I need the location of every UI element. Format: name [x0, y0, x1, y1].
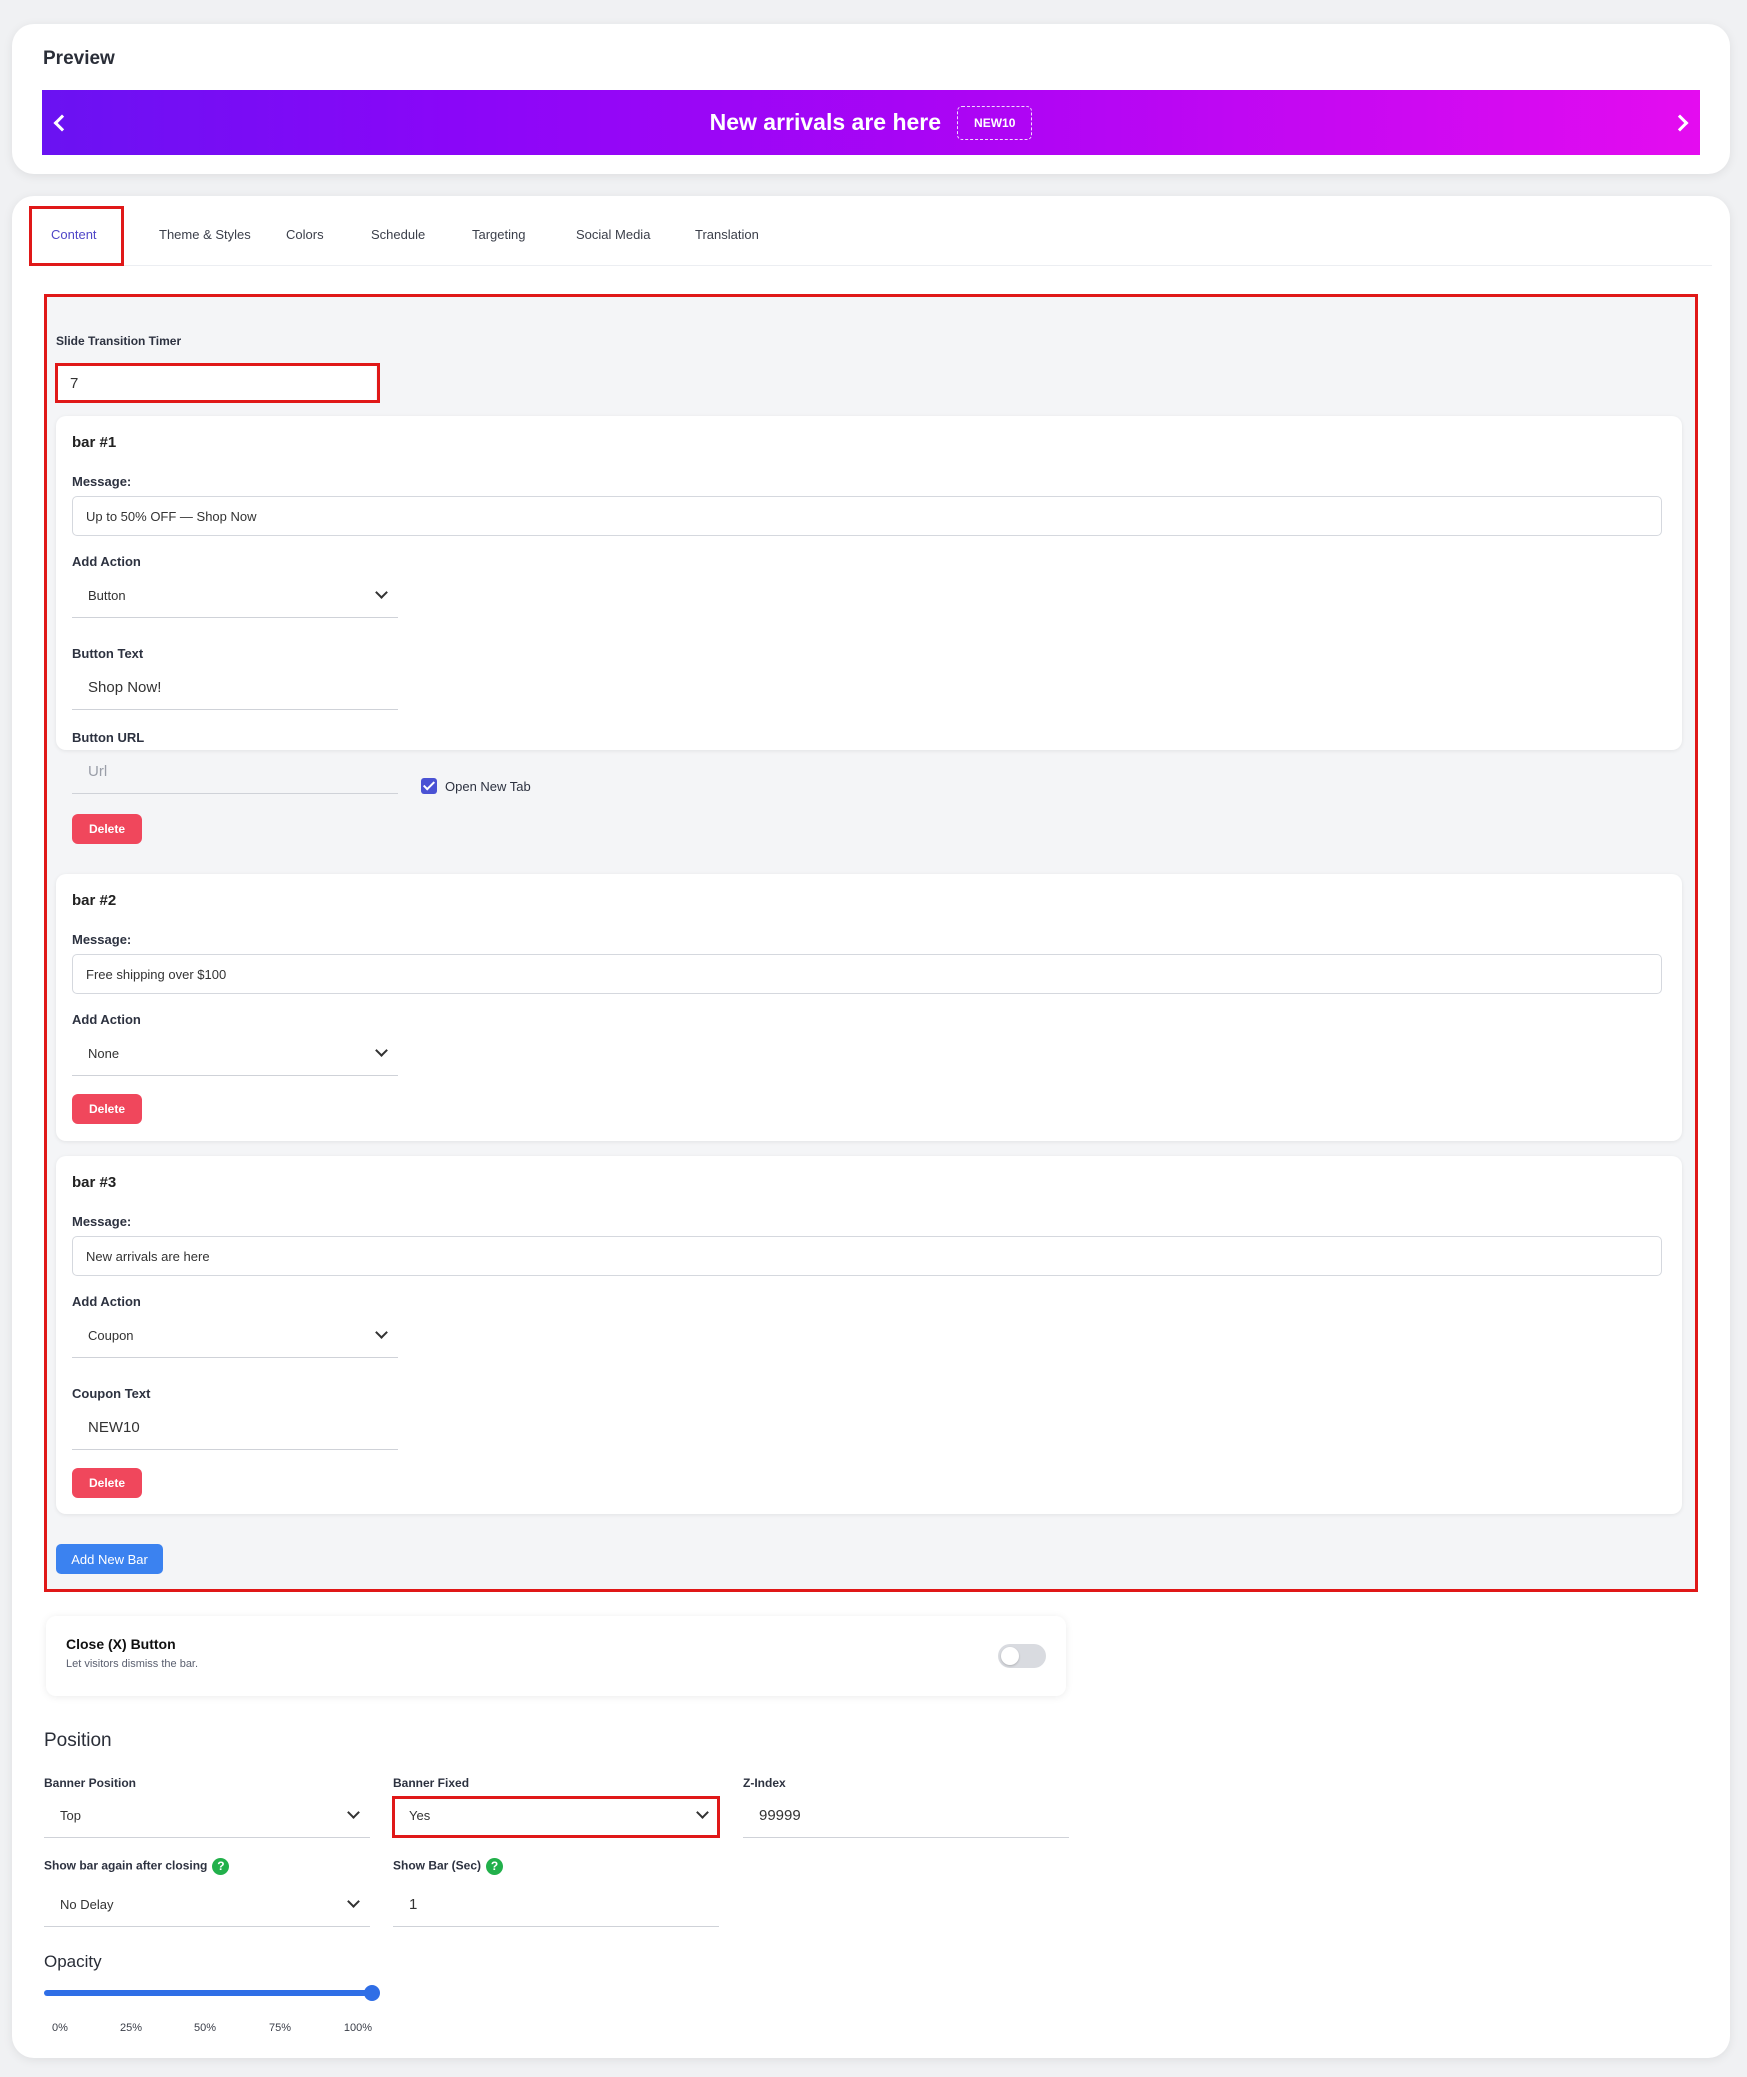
opacity-tick: 50%: [193, 2022, 217, 2034]
position-heading: Position: [44, 1730, 112, 1751]
banner-position-value: Top: [60, 1808, 81, 1823]
add-action-value: None: [88, 1046, 120, 1061]
tab-translation[interactable]: Translation: [695, 206, 759, 266]
message-input[interactable]: [72, 496, 1662, 536]
delete-bar-button[interactable]: Delete: [72, 1094, 142, 1124]
opacity-tick: 75%: [268, 2022, 292, 2034]
z-index-input[interactable]: [743, 1794, 1069, 1838]
help-icon[interactable]: ?: [212, 1858, 230, 1875]
close-button-title: Close (X) Button: [66, 1636, 176, 1652]
slide-timer-input[interactable]: [56, 366, 376, 400]
open-new-tab-checkbox[interactable]: [421, 778, 437, 794]
banner-position-label: Banner Position: [44, 1776, 137, 1790]
show-again-value: No Delay: [60, 1897, 114, 1912]
preview-announcement-bar: New arrivals are here NEW10: [42, 90, 1700, 155]
button-text-label: Button Text: [72, 646, 144, 661]
show-again-label: Show bar again after closing: [44, 1858, 208, 1873]
message-label: Message:: [72, 932, 132, 947]
message-label: Message:: [72, 1214, 132, 1229]
tab-schedule[interactable]: Schedule: [371, 206, 425, 266]
banner-fixed-label: Banner Fixed: [393, 1776, 470, 1790]
preview-card: Preview New arrivals are here NEW10: [12, 24, 1730, 174]
chevron-down-icon: [347, 1806, 360, 1819]
z-index-label: Z-Index: [743, 1776, 786, 1790]
delete-bar-button[interactable]: Delete: [72, 1468, 142, 1498]
opacity-tick: 0%: [52, 2022, 68, 2034]
close-button-description: Let visitors dismiss the bar.: [66, 1658, 199, 1670]
tab-content[interactable]: Content: [51, 206, 97, 266]
content-panel: Slide Transition Timer bar #1 Message: A…: [46, 296, 1696, 1590]
chevron-down-icon: [347, 1895, 360, 1908]
chevron-down-icon: [375, 586, 388, 599]
add-new-bar-button[interactable]: Add New Bar: [56, 1544, 163, 1574]
opacity-heading: Opacity: [44, 1952, 102, 1971]
bar-title: bar #1: [72, 434, 117, 451]
add-action-select[interactable]: Button: [72, 574, 398, 618]
banner-fixed-value: Yes: [409, 1808, 431, 1823]
show-bar-sec-label-row: Show Bar (Sec)?: [393, 1858, 504, 1875]
help-icon[interactable]: ?: [486, 1858, 504, 1875]
message-label: Message:: [72, 474, 132, 489]
add-action-label: Add Action: [72, 1012, 141, 1027]
add-action-select[interactable]: None: [72, 1032, 398, 1076]
banner-position-select[interactable]: Top: [44, 1794, 370, 1838]
coupon-text-input[interactable]: [72, 1406, 398, 1450]
banner-fixed-select[interactable]: Yes: [393, 1794, 719, 1838]
add-action-value: Coupon: [88, 1328, 134, 1343]
chevron-left-icon[interactable]: [53, 114, 71, 131]
coupon-text-label: Coupon Text: [72, 1386, 151, 1401]
preview-title: Preview: [43, 48, 115, 69]
add-action-label: Add Action: [72, 1294, 141, 1309]
delete-bar-button[interactable]: Delete: [72, 814, 142, 844]
tab-social-media[interactable]: Social Media: [576, 206, 650, 266]
tab-bar: Content Theme & Styles Colors Schedule T…: [30, 206, 1712, 266]
settings-card: Content Theme & Styles Colors Schedule T…: [12, 196, 1730, 2058]
preview-coupon-badge: NEW10: [957, 105, 1033, 140]
show-bar-sec-input[interactable]: [393, 1883, 719, 1927]
show-again-select[interactable]: No Delay: [44, 1883, 370, 1927]
add-action-value: Button: [88, 588, 126, 603]
show-again-label-row: Show bar again after closing?: [44, 1858, 230, 1875]
add-action-label: Add Action: [72, 554, 141, 569]
chevron-down-icon: [375, 1044, 388, 1057]
preview-message: New arrivals are here: [709, 109, 942, 135]
open-new-tab-label: Open New Tab: [445, 779, 531, 794]
opacity-tick: 25%: [119, 2022, 143, 2034]
message-input[interactable]: [72, 1236, 1662, 1276]
close-button-toggle[interactable]: [998, 1644, 1046, 1668]
chevron-down-icon: [696, 1806, 709, 1819]
bar-title: bar #3: [72, 1174, 117, 1191]
bar-card-2: bar #2 Message: Add Action None Delete: [56, 874, 1682, 1141]
button-url-input[interactable]: [72, 750, 398, 794]
chevron-down-icon: [375, 1326, 388, 1339]
tab-colors[interactable]: Colors: [286, 206, 324, 266]
bar-card-1: bar #1 Message: Add Action Button Button…: [56, 416, 1682, 844]
button-text-input[interactable]: [72, 666, 398, 710]
bar-card-3: bar #3 Message: Add Action Coupon Coupon…: [56, 1156, 1682, 1514]
button-url-label: Button URL: [72, 730, 145, 745]
timer-label: Slide Transition Timer: [56, 334, 182, 348]
tab-targeting[interactable]: Targeting: [472, 206, 525, 266]
opacity-slider[interactable]: [44, 1985, 380, 2001]
chevron-right-icon[interactable]: [1671, 114, 1689, 131]
opacity-slider-thumb[interactable]: [364, 1985, 380, 2001]
tab-theme-styles[interactable]: Theme & Styles: [159, 206, 251, 266]
show-bar-sec-label: Show Bar (Sec): [393, 1858, 482, 1873]
opacity-tick: 100%: [343, 2022, 373, 2034]
bar-title: bar #2: [72, 892, 117, 909]
message-input[interactable]: [72, 954, 1662, 994]
close-button-card: Close (X) Button Let visitors dismiss th…: [46, 1616, 1066, 1696]
add-action-select[interactable]: Coupon: [72, 1314, 398, 1358]
